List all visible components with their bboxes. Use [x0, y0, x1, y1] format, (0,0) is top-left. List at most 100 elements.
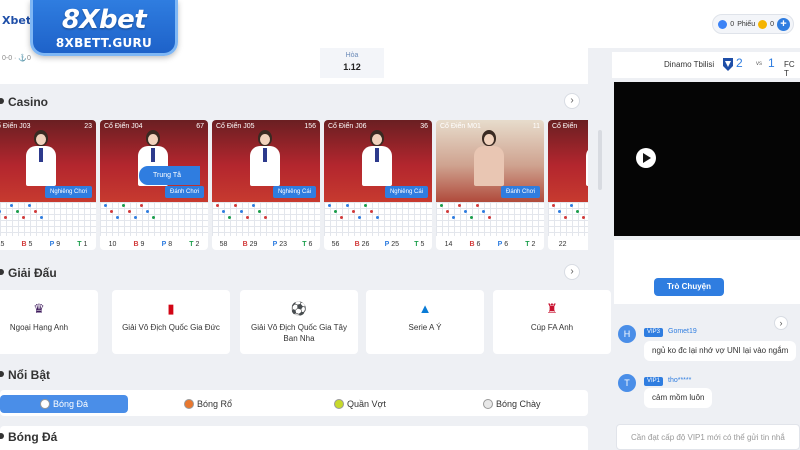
dealer-figure: [586, 130, 588, 186]
tournaments-section-header: Giải Đấu ›: [0, 262, 588, 284]
casino-table-card[interactable]: Cổ Điển J06 36 Nghiêng Cái 56 B 26 P 25 T 5: [324, 120, 432, 250]
dealer-figure: [362, 130, 392, 186]
banker-wins: 29: [249, 240, 258, 248]
scrollbar[interactable]: [598, 130, 602, 190]
banker-wins: 9: [140, 240, 145, 248]
tie-count: 2: [195, 240, 200, 248]
table-name: Cổ Điển J06: [328, 123, 367, 130]
round-count: 22: [558, 240, 567, 248]
play-table-button[interactable]: Đánh Chơi: [165, 186, 204, 198]
vip-center-button[interactable]: Trung Tâ: [139, 166, 200, 185]
table-stats: 56 B 26 P 25 T 5: [331, 240, 425, 248]
casino-table-card[interactable]: Cổ Điển J0323Nghiêng Chơi15B 5P 9T 1: [0, 120, 96, 250]
add-funds-button[interactable]: +: [777, 17, 790, 31]
baseball-icon: [483, 399, 493, 409]
sport-tab[interactable]: Bóng Rổ: [184, 395, 232, 413]
chevron-right-icon[interactable]: ›: [564, 93, 580, 109]
dealer-thumbnail[interactable]: Cổ Điển: [548, 120, 588, 202]
odds-label: Hòa: [345, 52, 359, 59]
draw-odds-button[interactable]: Hòa 1.12: [320, 48, 384, 78]
chat-username: tho*****: [668, 377, 692, 384]
tie-count: 1: [83, 240, 88, 248]
table-name: Cổ Điển: [552, 123, 578, 130]
tab-chat[interactable]: Trò Chuyện: [654, 278, 724, 296]
bundesliga-icon: ▮: [167, 301, 175, 316]
live-match-bar[interactable]: Dinamo Tbilisi 2 vs 1 FC T: [612, 52, 800, 78]
table-name: Cổ Điển M01: [440, 123, 481, 130]
football-icon: [39, 399, 50, 409]
casino-table-card[interactable]: Cổ Điển 22B P T: [548, 120, 588, 250]
dealer-thumbnail[interactable]: Cổ Điển J03 23 Nghiêng Chơi: [0, 120, 96, 202]
player-wins: 23: [279, 240, 288, 248]
casino-table-card[interactable]: Cổ Điển J05 156 Nghiêng Cái 58 B 29 P 23 T 6: [212, 120, 320, 250]
dealer-thumbnail[interactable]: Cổ Điển M01 11 Đánh Chơi: [436, 120, 544, 202]
basketball-icon: [184, 399, 194, 409]
player-wins: 25: [391, 240, 400, 248]
sport-tab-label: Bóng Rổ: [197, 399, 233, 409]
home-score: 2: [736, 56, 743, 70]
avatar: H: [618, 325, 636, 343]
player-wins: 6: [504, 240, 509, 248]
player-count: 23: [84, 123, 92, 130]
league-item[interactable]: ▲ Serie A Ý: [366, 290, 484, 354]
league-name: Serie A Ý: [408, 323, 442, 332]
wallet-widget[interactable]: 0 Phiếu 0 +: [712, 14, 794, 34]
sport-tab[interactable]: Quần Vợt: [334, 395, 386, 413]
player-count: 11: [532, 123, 540, 130]
round-count: 10: [108, 240, 117, 248]
league-list: ♛ Ngoại Hạng Anh ▮ Giải Vô Địch Quốc Gia Đứ…: [0, 290, 611, 354]
casino-table-card[interactable]: Cổ Điển J04 67 Đánh Chơi 10 B 9P 8T 2: [100, 120, 208, 250]
league-item[interactable]: ▮ Giải Vô Địch Quốc Gia Đức: [112, 290, 230, 354]
dealer-thumbnail[interactable]: Cổ Điển J06 36 Nghiêng Cái: [324, 120, 432, 202]
site-logo[interactable]: 8Xbet 8XBETT.GURU: [30, 0, 178, 56]
table-stats: 22B P T: [548, 238, 588, 250]
player-count: 36: [420, 123, 428, 130]
round-count: 56: [331, 240, 340, 248]
dealer-figure: [474, 130, 504, 186]
chat-input[interactable]: Cần đạt cấp độ VIP1 mới có thể gửi tin n…: [616, 424, 800, 450]
casino-section-header: Casino ›: [0, 91, 588, 113]
highlights-section-header: Nổi Bật: [0, 364, 588, 386]
sport-tab[interactable]: Bóng Chày: [483, 395, 541, 413]
tournaments-title: Giải Đấu: [0, 266, 57, 280]
league-item[interactable]: ♛ Ngoại Hạng Anh: [0, 290, 98, 354]
round-count: 14: [444, 240, 453, 248]
ticket-icon: [718, 19, 728, 29]
bead-road: [100, 202, 208, 236]
tennis-ball-icon: [334, 399, 344, 409]
league-item[interactable]: ♜ Cúp FA Anh: [493, 290, 611, 354]
casino-title: Casino: [0, 95, 49, 109]
chat-bubble: cảm mồm luôn: [644, 388, 713, 408]
home-team-crest-icon: [723, 58, 733, 71]
sport-tab-label: Quần Vợt: [347, 399, 386, 409]
play-table-button[interactable]: Nghiêng Cái: [384, 186, 428, 198]
sport-tab-label: Bóng Chày: [496, 399, 541, 409]
league-name: Ngoại Hạng Anh: [9, 323, 69, 332]
tie-count: 6: [308, 240, 313, 248]
sport-tab-label: Bóng Đá: [52, 399, 89, 409]
play-icon[interactable]: [636, 148, 656, 168]
chevron-right-icon[interactable]: ›: [564, 264, 580, 280]
chevron-right-icon[interactable]: ›: [774, 316, 788, 330]
play-table-button[interactable]: Đánh Chơi: [501, 186, 540, 198]
away-score: 1: [768, 56, 775, 70]
points-value: 0: [730, 20, 735, 28]
casino-table-card[interactable]: Cổ Điển M01 11 Đánh Chơi 14 B 6P 6T 2: [436, 120, 544, 250]
bead-road: [0, 202, 96, 236]
round-count: 58: [219, 240, 228, 248]
league-name: Giải Vô Địch Quốc Gia Tây Ban Nha: [251, 323, 347, 343]
play-table-button[interactable]: Nghiêng Chơi: [45, 186, 92, 198]
coins-value: 0: [770, 20, 774, 28]
dealer-thumbnail[interactable]: Cổ Điển J04 67 Đánh Chơi: [100, 120, 208, 202]
play-table-button[interactable]: Nghiêng Cái: [272, 186, 316, 198]
live-stream-player[interactable]: [614, 82, 800, 236]
points-label: Phiếu: [737, 20, 756, 28]
coin-icon: [758, 19, 768, 29]
highlights-title: Nổi Bật: [0, 368, 50, 382]
dealer-thumbnail[interactable]: Cổ Điển J05 156 Nghiêng Cái: [212, 120, 320, 202]
table-stats: 10 B 9P 8T 2: [108, 240, 200, 248]
sport-tab[interactable]: Bóng Đá: [0, 395, 128, 413]
banker-wins: 6: [476, 240, 481, 248]
league-item[interactable]: ⚽ Giải Vô Địch Quốc Gia Tây Ban Nha: [240, 290, 358, 354]
logo-text: 8Xbet: [61, 5, 147, 35]
